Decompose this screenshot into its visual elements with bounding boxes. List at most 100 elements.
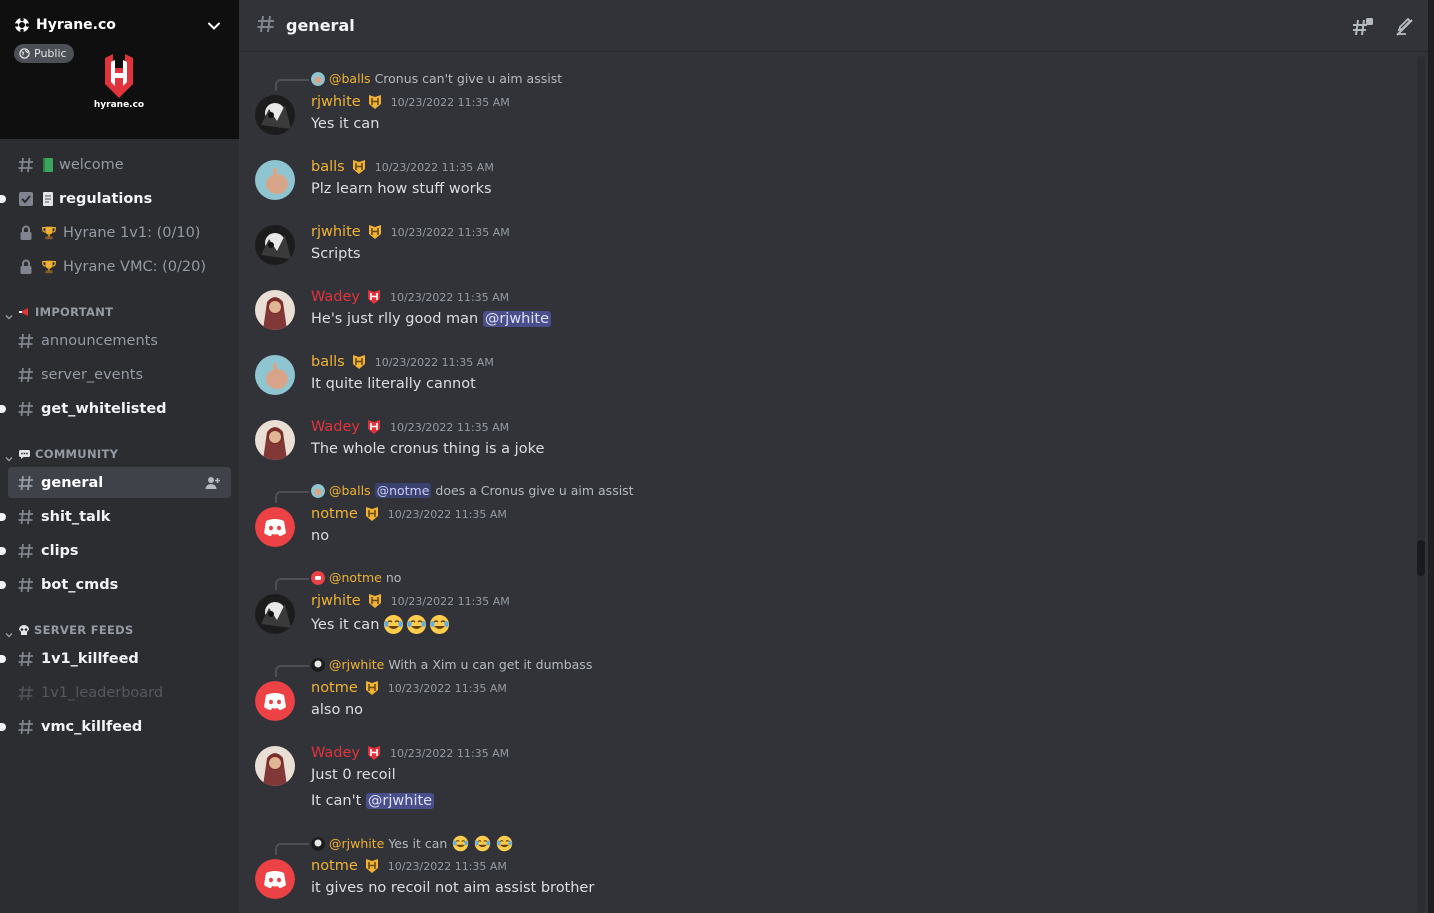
message[interactable]: balls 10/23/2022 11:35 AM It quite liter… [239, 353, 1409, 403]
message[interactable]: Wadey 10/23/2022 11:35 AM The whole cron… [239, 418, 1409, 468]
channel-name: clips [41, 542, 79, 559]
speech-bubble-icon [18, 449, 31, 460]
channel-name: 1v1_leaderboard [41, 684, 164, 701]
channel-shit-talk[interactable]: shit_talk [0, 501, 231, 532]
avatar[interactable] [255, 160, 295, 200]
reply-text: Yes it can [388, 836, 448, 851]
category-community[interactable]: COMMUNITY [4, 445, 118, 463]
discord-avatar[interactable] [255, 681, 295, 721]
channel-welcome[interactable]: welcome [8, 149, 231, 180]
avatar[interactable] [255, 746, 295, 786]
message-content: Just 0 recoil [311, 767, 396, 783]
reply-author[interactable]: @rjwhite [329, 836, 384, 851]
author-name[interactable]: notme [311, 858, 358, 874]
channel-bot-cmds[interactable]: bot_cmds [0, 569, 231, 600]
avatar[interactable] [255, 420, 295, 460]
reply-author[interactable]: @rjwhite [329, 657, 384, 672]
author-name[interactable]: balls [311, 159, 345, 175]
channel-regulations[interactable]: regulations [0, 183, 231, 214]
discord-avatar[interactable] [255, 507, 295, 547]
lock-icon [16, 259, 36, 275]
unread-indicator [0, 513, 6, 521]
page-emoji [41, 191, 57, 207]
message-text: He's just rlly good man [311, 311, 479, 327]
unread-indicator [0, 547, 6, 555]
channel-hyrane-vmc[interactable]: Hyrane VMC: (0/20) [8, 251, 231, 282]
avatar[interactable] [255, 594, 295, 634]
message[interactable]: @balls @notme does a Cronus give u aim a… [239, 483, 1409, 553]
reply-preview[interactable]: @balls @notme does a Cronus give u aim a… [311, 483, 634, 498]
channel-get-whitelisted[interactable]: get_whitelisted [0, 393, 231, 424]
hash-icon [16, 474, 36, 492]
reply-mention[interactable]: @notme [374, 483, 432, 498]
author-name[interactable]: rjwhite [311, 593, 361, 609]
channel-name: server_events [41, 366, 144, 383]
scrollbar-track[interactable] [1417, 56, 1425, 913]
timestamp: 10/23/2022 11:35 AM [390, 225, 510, 239]
reply-author[interactable]: @notme [329, 570, 382, 585]
channel-name: welcome [59, 156, 124, 173]
channel-name: regulations [59, 190, 153, 207]
server-header[interactable]: Hyrane.co Public hyrane.co [0, 0, 239, 139]
author-name[interactable]: Wadey [311, 419, 360, 435]
message[interactable]: @balls Cronus can't give u aim assist rj… [239, 71, 1409, 141]
reply-preview[interactable]: @rjwhite With a Xim u can get it dumbass [311, 657, 592, 672]
avatar[interactable] [255, 225, 295, 265]
channel-general[interactable]: general [8, 467, 231, 498]
server-name-row[interactable]: Hyrane.co [14, 17, 116, 33]
message[interactable]: @rjwhite With a Xim u can get it dumbass… [239, 657, 1409, 727]
channel-announcements[interactable]: announcements [8, 325, 231, 356]
channel-1v1-killfeed[interactable]: 1v1_killfeed [0, 643, 231, 674]
category-server-feeds[interactable]: SERVER FEEDS [4, 621, 134, 639]
channel-clips[interactable]: clips [0, 535, 231, 566]
author-name[interactable]: rjwhite [311, 224, 361, 240]
chevron-down-icon[interactable] [207, 18, 221, 32]
discord-avatar[interactable] [255, 859, 295, 899]
message[interactable]: rjwhite 10/23/2022 11:35 AM Scripts [239, 223, 1409, 273]
channel-1v1-leaderboard[interactable]: 1v1_leaderboard [8, 677, 231, 708]
timestamp: 10/23/2022 11:35 AM [387, 681, 507, 695]
category-label: COMMUNITY [35, 447, 119, 461]
author-name[interactable]: rjwhite [311, 94, 361, 110]
add-member-icon[interactable] [205, 475, 221, 494]
message[interactable]: @notme no rjwhite 10/23/2022 11:35 AM Ye… [239, 570, 1409, 640]
joy-emoji[interactable] [406, 614, 427, 635]
reply-preview[interactable]: @notme no [311, 570, 401, 585]
joy-emoji[interactable] [383, 614, 404, 635]
avatar[interactable] [255, 95, 295, 135]
category-important[interactable]: IMPORTANT [4, 303, 113, 321]
channel-hyrane-1v1[interactable]: Hyrane 1v1: (0/10) [8, 217, 231, 248]
author-name[interactable]: notme [311, 506, 358, 522]
avatar[interactable] [255, 290, 295, 330]
avatar[interactable] [255, 355, 295, 395]
channel-header: general [239, 0, 1434, 52]
reply-avatar [311, 570, 325, 585]
reply-author[interactable]: @balls [329, 71, 371, 86]
joy-emoji[interactable] [429, 614, 450, 635]
author-name[interactable]: notme [311, 680, 358, 696]
reply-text: With a Xim u can get it dumbass [388, 657, 593, 672]
message-content: no [311, 528, 330, 544]
notification-muted-icon[interactable] [1394, 17, 1414, 41]
user-mention[interactable]: @rjwhite [482, 311, 552, 327]
reply-spine [275, 79, 309, 91]
message[interactable]: Wadey 10/23/2022 11:35 AM He's just rlly… [239, 288, 1409, 338]
author-name[interactable]: Wadey [311, 289, 360, 305]
chevron-down-icon [4, 449, 14, 462]
reply-author[interactable]: @balls [329, 483, 371, 498]
author-name[interactable]: Wadey [311, 745, 360, 761]
threads-icon[interactable] [1352, 17, 1374, 41]
author-name[interactable]: balls [311, 354, 345, 370]
message-text: It can't [311, 793, 362, 809]
reply-preview[interactable]: @rjwhite Yes it can [311, 835, 513, 852]
channel-server-events[interactable]: server_events [8, 359, 231, 390]
role-shield-icon [367, 224, 383, 240]
user-mention[interactable]: @rjwhite [365, 793, 435, 809]
message[interactable]: balls 10/23/2022 11:35 AM Plz learn how … [239, 158, 1409, 208]
message[interactable]: Wadey 10/23/2022 11:35 AM Just 0 recoil … [239, 744, 1409, 819]
scrollbar-thumb[interactable] [1417, 540, 1425, 576]
reply-preview[interactable]: @balls Cronus can't give u aim assist [311, 71, 562, 86]
message-header: rjwhite 10/23/2022 11:35 AM [311, 94, 510, 110]
message[interactable]: @rjwhite Yes it can notme 10/23/2022 11:… [239, 835, 1409, 905]
channel-vmc-killfeed[interactable]: vmc_killfeed [0, 711, 231, 742]
